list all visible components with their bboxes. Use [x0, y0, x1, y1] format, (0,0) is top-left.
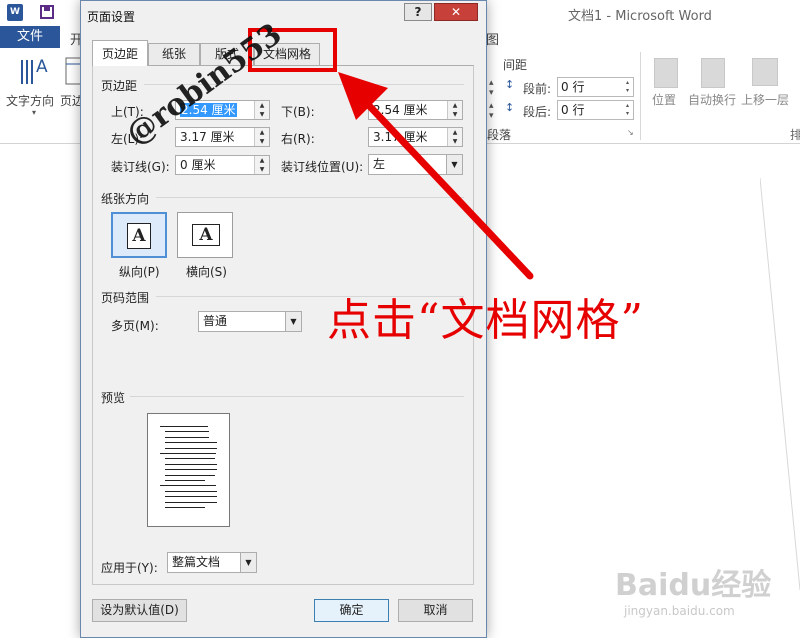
apply-to-label: 应用于(Y): [101, 561, 158, 575]
dialog-launcher-icon[interactable]: ↘ [627, 128, 634, 137]
preview-text-line [165, 436, 209, 438]
view-tab-fragment[interactable]: 图 [486, 29, 499, 48]
gutter-label: 装订线(G): [111, 160, 170, 174]
svg-text:A: A [36, 57, 48, 77]
tab-paper[interactable]: 纸张 [148, 43, 200, 65]
landscape-page-icon: A [192, 224, 220, 246]
spin-arrows-icon[interactable]: ▲ ▼ [254, 156, 269, 174]
tab-margins[interactable]: 页边距 [92, 40, 148, 66]
file-tab[interactable]: 文件 [0, 26, 60, 48]
document-title: 文档1 - Microsoft Word [568, 9, 712, 24]
text-direction-label[interactable]: 文字方向 [6, 92, 54, 109]
set-default-button[interactable]: 设为默认值(D) [92, 599, 187, 622]
preview-text-line [165, 474, 215, 476]
baidu-jingyan-url: jingyan.baidu.com [624, 604, 735, 618]
dropdown-arrow-icon[interactable]: ▼ [240, 553, 256, 572]
preview-page [147, 413, 230, 527]
space-before-input[interactable]: 0 行 ▴ ▾ [557, 77, 634, 97]
section-divider [130, 396, 464, 397]
text-direction-icon[interactable]: A [18, 54, 50, 88]
preview-text-line [165, 496, 217, 498]
preview-text-line [165, 507, 205, 508]
cancel-button[interactable]: 取消 [398, 599, 473, 622]
spin-arrows-icon[interactable]: ▲ ▼ [254, 101, 269, 119]
preview-text-line [165, 447, 217, 449]
group-divider [640, 52, 641, 140]
preview-text-line [165, 490, 217, 492]
bottom-margin-label: 下(B): [281, 105, 315, 119]
preview-section-label: 预览 [101, 391, 126, 405]
close-button[interactable]: ✕ [434, 3, 478, 21]
orientation-section-label: 纸张方向 [101, 192, 150, 206]
save-icon[interactable] [40, 5, 54, 19]
arrange-group-fragment: 排 [790, 128, 800, 142]
preview-text-line [165, 480, 205, 481]
bring-forward-label[interactable]: 上移一层 [741, 91, 789, 108]
preview-text-line [165, 501, 217, 503]
position-label[interactable]: 位置 [652, 91, 676, 108]
position-icon[interactable] [654, 58, 678, 88]
portrait-label[interactable]: 纵向(P) [119, 263, 160, 280]
portrait-page-icon: A [127, 223, 151, 249]
pages-section-label: 页码范围 [101, 291, 150, 305]
help-button[interactable]: ? [404, 3, 432, 21]
space-after-input[interactable]: 0 行 ▴ ▾ [557, 100, 634, 120]
wrap-text-icon[interactable] [701, 58, 725, 88]
spin-arrows-icon[interactable]: ▲ ▼ [254, 128, 269, 146]
landscape-button[interactable]: A [177, 212, 233, 258]
right-margin-label: 右(R): [281, 132, 315, 146]
preview-text-line [160, 426, 208, 427]
portrait-button[interactable]: A [111, 212, 167, 258]
left-margin-input[interactable]: 3.17 厘米 ▲ ▼ [175, 127, 270, 147]
word-app-icon[interactable]: W [7, 4, 23, 21]
margins-section-label: 页边距 [101, 79, 138, 93]
dropdown-arrow-icon[interactable]: ▼ [285, 312, 301, 331]
multiple-pages-select[interactable]: 普通 ▼ [198, 311, 302, 332]
preview-text-line [160, 453, 216, 454]
preview-text-line [165, 458, 215, 460]
document-edge [760, 177, 800, 591]
baidu-jingyan-logo: Baidu经验 [615, 568, 772, 603]
preview-text-line [165, 463, 217, 465]
preview-text-line [165, 442, 217, 444]
landscape-label[interactable]: 横向(S) [186, 263, 227, 280]
callout-text: 点击“文档网格” [327, 295, 644, 346]
preview-text-line [160, 485, 216, 487]
gutter-input[interactable]: 0 厘米 ▲ ▼ [175, 155, 270, 175]
preview-text-line [165, 431, 209, 433]
red-arrow-icon [338, 72, 534, 280]
wrap-text-label[interactable]: 自动换行 [688, 91, 736, 108]
chevron-down-icon: ▾ [32, 108, 37, 117]
ok-button[interactable]: 确定 [314, 599, 389, 622]
preview-text-line [165, 469, 217, 471]
apply-to-select[interactable]: 整篇文档 ▼ [167, 552, 257, 573]
bring-forward-icon[interactable] [752, 58, 778, 86]
dialog-title: 页面设置 [87, 10, 136, 24]
multiple-pages-label: 多页(M): [111, 319, 159, 333]
